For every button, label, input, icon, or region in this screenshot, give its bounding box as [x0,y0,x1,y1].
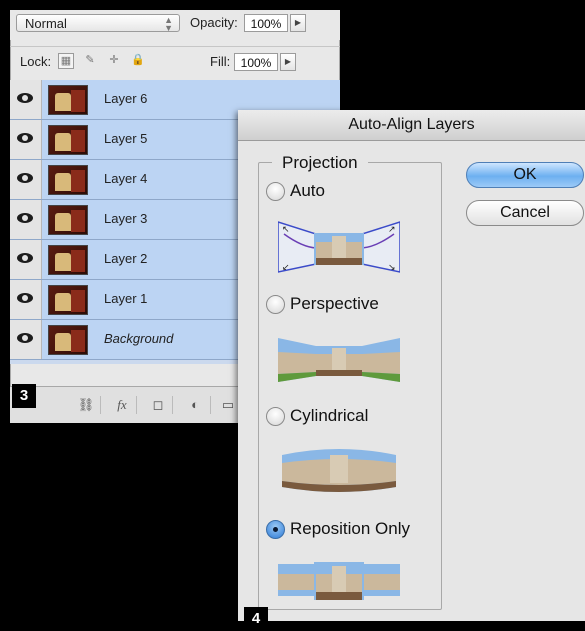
radio-auto[interactable] [266,182,285,201]
radio-perspective[interactable] [266,295,285,314]
folder-icon[interactable]: ▭ [218,396,238,414]
blend-mode-select[interactable]: Normal ▲ ▼ [16,14,180,33]
fill-slider-arrow-icon[interactable]: ▶ [280,53,296,71]
layer-thumbnail [48,285,88,315]
layer-name: Layer 6 [104,91,148,106]
layer-thumbnail [48,325,88,355]
perspective-projection-preview [278,338,400,382]
opacity-slider-arrow-icon[interactable]: ▶ [290,14,306,32]
visibility-toggle[interactable] [10,320,42,359]
reposition-projection-preview [278,562,400,600]
lock-label: Lock: [20,54,52,69]
figure-number-4: 4 [244,607,268,631]
fill-field[interactable]: 100% [234,53,278,71]
cancel-button[interactable]: Cancel [466,200,584,226]
eye-icon [17,173,33,183]
visibility-toggle[interactable] [10,200,42,239]
visibility-toggle[interactable] [10,280,42,319]
eye-icon [17,133,33,143]
layer-name: Background [104,331,174,346]
radio-cylindrical[interactable] [266,407,285,426]
layer-name: Layer 1 [104,291,148,306]
auto-align-dialog: Auto-Align Layers Projection Auto ↖ ↗ ↙ … [238,110,585,621]
lock-pixels-brush-icon[interactable]: ✎ [82,53,98,69]
fx-icon[interactable]: fx [108,396,137,414]
lock-row: Lock: ▦ ✎ ✛ 🔒 Fill: 100% ▶ [10,46,340,77]
layer-thumbnail [48,245,88,275]
layer-thumbnail [48,165,88,195]
opacity-label: Opacity: [190,15,238,30]
visibility-toggle[interactable] [10,80,42,119]
cylindrical-projection-preview [282,449,396,492]
fill-label: Fill: [210,54,231,69]
lock-position-move-icon[interactable]: ✛ [106,53,122,69]
layer-name: Layer 3 [104,211,148,226]
opacity-field[interactable]: 100% [244,14,288,32]
radio-cylindrical-label: Cylindrical [290,406,369,425]
layer-name: Layer 4 [104,171,148,186]
blend-row: Normal ▲ ▼ Opacity: 100% ▶ [10,10,340,40]
blend-mode-value: Normal [25,16,67,31]
mask-icon[interactable]: ◻ [144,396,173,414]
eye-icon [17,213,33,223]
visibility-toggle[interactable] [10,120,42,159]
link-icon[interactable]: ⛓ [72,396,101,414]
radio-reposition-only[interactable] [266,520,285,539]
visibility-toggle[interactable] [10,240,42,279]
eye-icon [17,293,33,303]
layer-name: Layer 5 [104,131,148,146]
auto-projection-preview: ↖ ↗ ↙ ↘ [278,221,400,273]
radio-perspective-label: Perspective [290,294,379,313]
layer-thumbnail [48,205,88,235]
layer-thumbnail [48,125,88,155]
svg-text:↗: ↗ [388,224,396,234]
ok-button[interactable]: OK [466,162,584,188]
dialog-title: Auto-Align Layers [238,110,585,141]
eye-icon [17,333,33,343]
layer-thumbnail [48,85,88,115]
svg-text:↖: ↖ [282,224,290,234]
lock-transparency-icon[interactable]: ▦ [58,53,74,69]
adjustment-icon[interactable]: ◐ [180,396,211,414]
projection-legend: Projection [272,153,368,173]
radio-auto-label: Auto [290,181,325,200]
layer-name: Layer 2 [104,251,148,266]
updown-arrows-icon: ▲ ▼ [164,15,173,33]
figure-number-3: 3 [12,384,36,408]
eye-icon [17,253,33,263]
eye-icon [17,93,33,103]
svg-text:↙: ↙ [282,262,290,272]
radio-reposition-only-label: Reposition Only [290,519,411,538]
visibility-toggle[interactable] [10,160,42,199]
lock-all-padlock-icon[interactable]: 🔒 [130,53,146,69]
svg-text:↘: ↘ [388,262,396,272]
